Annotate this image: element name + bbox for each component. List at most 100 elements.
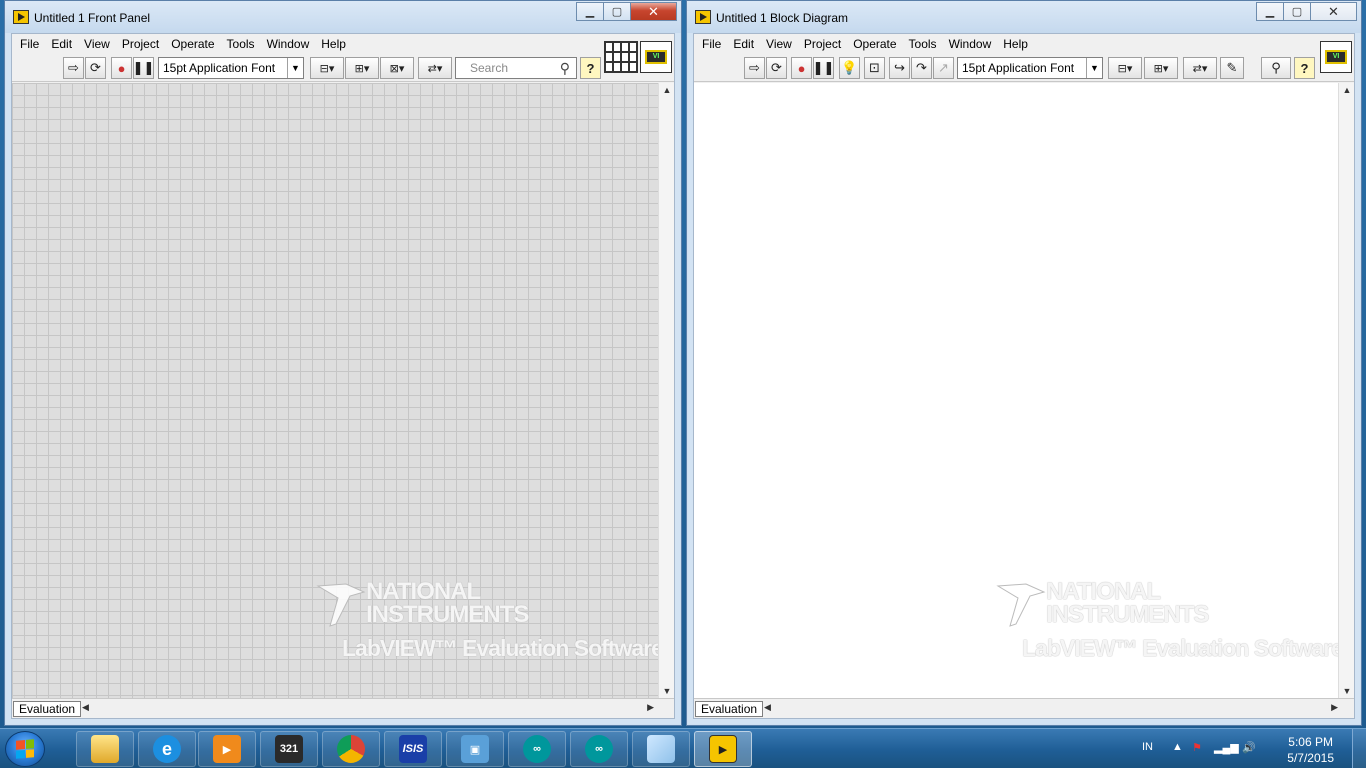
menu-file[interactable]: File [696, 34, 727, 54]
clean-up-diagram-icon[interactable]: ✎ [1220, 57, 1244, 79]
front-panel-titlebar[interactable]: Untitled 1 Front Panel ▁ ▢ ✕ [5, 1, 681, 33]
menu-operate[interactable]: Operate [165, 34, 220, 54]
taskbar-media-player[interactable]: ▶ [198, 731, 256, 767]
start-button[interactable] [5, 731, 45, 767]
watermark-product: LabVIEW™ Evaluation Software [342, 635, 658, 661]
scroll-right-icon[interactable]: ▶ [1331, 702, 1338, 713]
close-button[interactable]: ✕ [1310, 2, 1357, 21]
reorder-icon[interactable]: ⇄▾ [1183, 57, 1217, 79]
taskbar-isis[interactable]: ISIS [384, 731, 442, 767]
clock[interactable]: 5:06 PM 5/7/2015 [1287, 734, 1334, 766]
run-continuously-icon[interactable]: ⟳ [85, 57, 106, 79]
maximize-button[interactable]: ▢ [1283, 2, 1310, 21]
scroll-right-icon[interactable]: ▶ [647, 702, 654, 713]
volume-icon[interactable]: 🔊 [1242, 741, 1256, 754]
block-diagram-canvas[interactable]: NATIONAL INSTRUMENTS LabVIEW™ Evaluation… [694, 83, 1338, 698]
distribute-objects-icon[interactable]: ⊞▾ [345, 57, 379, 79]
language-indicator[interactable]: IN [1142, 741, 1153, 753]
search-icon[interactable]: ⚲ [560, 60, 570, 77]
font-ring-label: 15pt Application Font [962, 61, 1075, 75]
font-ring[interactable]: 15pt Application Font ▼ [158, 57, 304, 79]
menu-project[interactable]: Project [116, 34, 165, 54]
align-objects-icon[interactable]: ⊟▾ [310, 57, 344, 79]
run-arrow-icon[interactable]: ⇨ [744, 57, 765, 79]
pause-icon[interactable]: ❚❚ [813, 57, 834, 79]
abort-execution-icon[interactable]: ● [791, 57, 812, 79]
pause-icon[interactable]: ❚❚ [133, 57, 154, 79]
menu-tools[interactable]: Tools [903, 34, 943, 54]
minimize-button[interactable]: ▁ [576, 2, 603, 21]
font-ring[interactable]: 15pt Application Font ▼ [957, 57, 1103, 79]
menu-window[interactable]: Window [943, 34, 998, 54]
clock-time: 5:06 PM [1288, 735, 1333, 749]
close-button[interactable]: ✕ [630, 2, 677, 21]
scroll-left-icon[interactable]: ◀ [82, 702, 89, 713]
menu-tools[interactable]: Tools [221, 34, 261, 54]
vi-icon-graphic: VI [645, 50, 667, 64]
network-signal-icon[interactable]: ▂▄▆ [1214, 741, 1239, 754]
vi-icon[interactable]: VI [1320, 41, 1352, 73]
menu-operate[interactable]: Operate [847, 34, 902, 54]
clock-date: 5/7/2015 [1287, 751, 1334, 765]
action-center-flag-icon[interactable]: ⚑ [1192, 741, 1202, 754]
run-continuously-icon[interactable]: ⟳ [766, 57, 787, 79]
step-into-icon[interactable]: ↪ [889, 57, 910, 79]
menu-help[interactable]: Help [315, 34, 352, 54]
vertical-scrollbar[interactable]: ▲ ▼ [658, 83, 674, 698]
retain-wire-values-icon[interactable]: ⊡ [864, 57, 885, 79]
resize-objects-icon[interactable]: ⊠▾ [380, 57, 414, 79]
menu-help[interactable]: Help [997, 34, 1034, 54]
search-input[interactable]: Search ⚲ [455, 57, 577, 79]
align-objects-icon[interactable]: ⊟▾ [1108, 57, 1142, 79]
search-icon[interactable]: ⚲ [1261, 57, 1291, 79]
show-desktop-button[interactable] [1352, 729, 1366, 768]
menu-view[interactable]: View [760, 34, 798, 54]
menu-view[interactable]: View [78, 34, 116, 54]
taskbar-arduino-2[interactable]: ∞ [570, 731, 628, 767]
front-panel-window[interactable]: Untitled 1 Front Panel ▁ ▢ ✕ File Edit V… [4, 0, 682, 726]
taskbar-chrome[interactable] [322, 731, 380, 767]
menu-bar: File Edit View Project Operate Tools Win… [12, 34, 674, 54]
taskbar-remote-desktop[interactable]: ▣ [446, 731, 504, 767]
labview-icon: ▶ [709, 735, 737, 763]
step-out-icon[interactable]: ↗ [933, 57, 954, 79]
abort-execution-icon[interactable]: ● [111, 57, 132, 79]
system-tray: IN ▲ ⚑ ▂▄▆ 🔊 5:06 PM 5/7/2015 [1136, 729, 1366, 768]
evaluation-label: Evaluation [13, 701, 82, 717]
taskbar-labview[interactable]: ▶ [694, 731, 752, 767]
scroll-down-icon[interactable]: ▼ [659, 686, 675, 696]
vi-icon[interactable]: VI [640, 41, 672, 73]
reorder-icon[interactable]: ⇄▾ [418, 57, 452, 79]
ni-watermark: NATIONAL INSTRUMENTS LabVIEW™ Evaluation… [996, 580, 1338, 670]
taskbar-arduino-1[interactable]: ∞ [508, 731, 566, 767]
menu-project[interactable]: Project [798, 34, 847, 54]
distribute-objects-icon[interactable]: ⊞▾ [1144, 57, 1178, 79]
block-diagram-titlebar[interactable]: Untitled 1 Block Diagram ▁ ▢ ✕ [687, 1, 1361, 33]
highlight-execution-icon[interactable]: 💡 [839, 57, 860, 79]
front-panel-canvas[interactable]: NATIONAL INSTRUMENTS LabVIEW™ Evaluation… [12, 83, 658, 698]
scroll-left-icon[interactable]: ◀ [764, 702, 771, 713]
menu-edit[interactable]: Edit [45, 34, 78, 54]
maximize-button[interactable]: ▢ [603, 2, 630, 21]
taskbar-internet-explorer[interactable]: e [138, 731, 196, 767]
context-help-icon[interactable]: ? [580, 57, 601, 79]
block-diagram-window[interactable]: Untitled 1 Block Diagram ▁ ▢ ✕ File Edit… [686, 0, 1362, 726]
scroll-up-icon[interactable]: ▲ [659, 85, 675, 95]
taskbar-notepad[interactable] [632, 731, 690, 767]
run-arrow-icon[interactable]: ⇨ [63, 57, 84, 79]
scroll-down-icon[interactable]: ▼ [1339, 686, 1355, 696]
show-hidden-icons-icon[interactable]: ▲ [1172, 741, 1183, 753]
taskbar-media-player-classic[interactable]: 321 [260, 731, 318, 767]
connector-pane-icon[interactable] [604, 41, 638, 73]
status-bar: Evaluation ◀ ▶ [12, 698, 674, 718]
scroll-up-icon[interactable]: ▲ [1339, 85, 1355, 95]
menu-file[interactable]: File [14, 34, 45, 54]
minimize-button[interactable]: ▁ [1256, 2, 1283, 21]
context-help-icon[interactable]: ? [1294, 57, 1315, 79]
vertical-scrollbar[interactable]: ▲ ▼ [1338, 83, 1354, 698]
menu-window[interactable]: Window [261, 34, 316, 54]
menu-edit[interactable]: Edit [727, 34, 760, 54]
watermark-company: NATIONAL INSTRUMENTS [1046, 580, 1209, 627]
taskbar-windows-explorer[interactable] [76, 731, 134, 767]
step-over-icon[interactable]: ↷ [911, 57, 932, 79]
